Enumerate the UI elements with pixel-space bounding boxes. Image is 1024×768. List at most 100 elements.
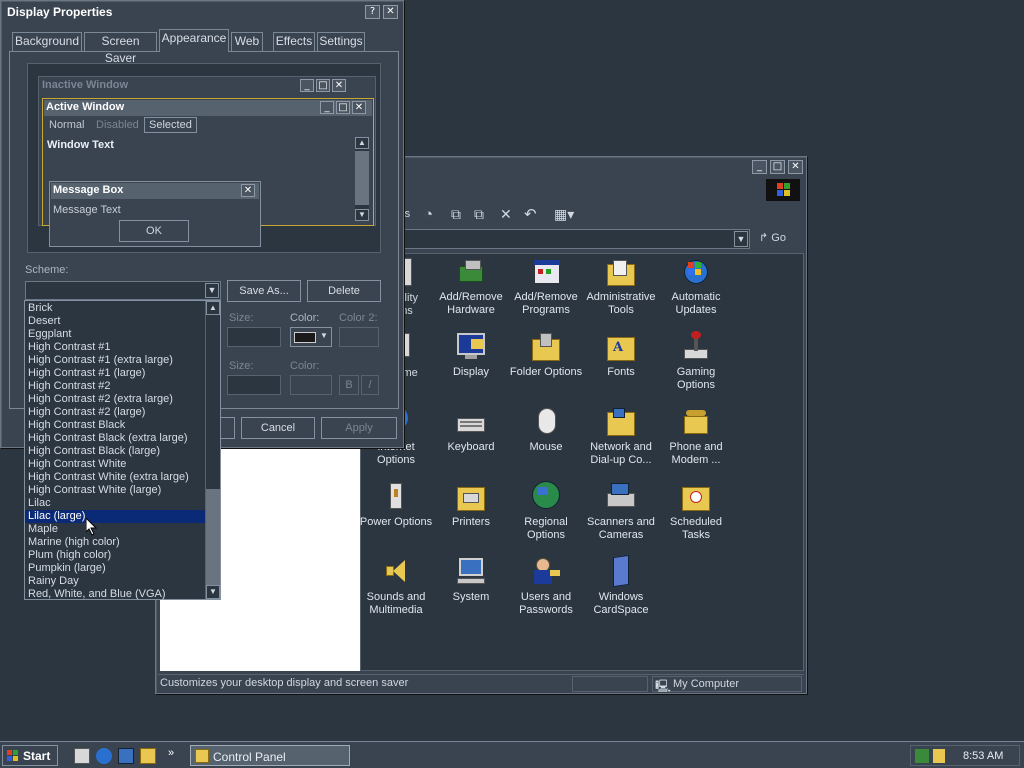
italic-button[interactable]: / xyxy=(361,375,379,395)
cp-item-add-remove-hardware[interactable]: Add/Remove Hardware xyxy=(433,256,509,317)
history-icon[interactable]: ◔ xyxy=(424,206,433,223)
scheme-dropdown-arrow[interactable]: ▼ xyxy=(205,283,219,298)
cp-item-system[interactable]: System xyxy=(433,556,509,604)
scheme-option[interactable]: Maple xyxy=(25,523,205,536)
font-size-select[interactable] xyxy=(227,375,281,395)
cp-item-network-dialup[interactable]: Network and Dial-up Co... xyxy=(583,406,659,467)
cp-item-power-options[interactable]: Power Options xyxy=(358,481,434,529)
quicklaunch-more[interactable]: » xyxy=(168,747,174,759)
cp-item-phone-modem[interactable]: Phone and Modem ... xyxy=(658,406,734,467)
tab-background[interactable]: Background xyxy=(12,32,82,51)
scheme-option[interactable]: High Contrast White xyxy=(25,458,205,471)
cp-item-administrative-tools[interactable]: Administrative Tools xyxy=(583,256,659,317)
address-dropdown-arrow[interactable]: ▼ xyxy=(734,231,748,247)
cp-item-add-remove-programs[interactable]: Add/Remove Programs xyxy=(508,256,584,317)
scheme-scrollbar[interactable]: ▲ ▼ xyxy=(205,301,220,599)
close-button[interactable]: ✕ xyxy=(383,5,398,19)
item-color-button[interactable]: ▼ xyxy=(290,327,332,347)
start-button[interactable]: Start xyxy=(2,745,58,766)
scheme-option[interactable]: Lilac (large) xyxy=(25,510,205,523)
scheme-option[interactable]: High Contrast #1 xyxy=(25,341,205,354)
preview-area: Inactive Window _ □ ✕ Active Window _ □ … xyxy=(27,63,381,253)
quicklaunch-desktop-icon[interactable] xyxy=(74,748,90,764)
scheme-option[interactable]: Red, White, and Blue (VGA) xyxy=(25,588,205,601)
scheme-option[interactable]: High Contrast #2 (extra large) xyxy=(25,393,205,406)
quicklaunch-ie-icon[interactable] xyxy=(96,748,112,764)
help-button[interactable]: ? xyxy=(365,5,380,19)
minimize-button[interactable]: _ xyxy=(752,160,767,174)
quicklaunch-explorer-icon[interactable] xyxy=(140,748,156,764)
cp-item-windows-cardspace[interactable]: Windows CardSpace xyxy=(583,554,659,617)
scheme-option[interactable]: Marine (high color) xyxy=(25,536,205,549)
scheme-option[interactable]: High Contrast Black xyxy=(25,419,205,432)
apply-button[interactable]: Apply xyxy=(321,417,397,439)
volume-tray-icon[interactable] xyxy=(933,749,945,763)
scroll-down-arrow[interactable]: ▼ xyxy=(206,585,220,599)
item-color2-button[interactable] xyxy=(339,327,379,347)
scheme-option[interactable]: High Contrast Black (large) xyxy=(25,445,205,458)
bold-button[interactable]: B xyxy=(339,375,359,395)
cp-item-regional-options[interactable]: Regional Options xyxy=(508,481,584,542)
tab-effects[interactable]: Effects xyxy=(273,32,315,51)
cp-item-display[interactable]: Display xyxy=(433,331,509,379)
speaker-icon xyxy=(380,556,412,588)
joystick-icon xyxy=(680,331,712,363)
windows-logo-icon xyxy=(766,179,800,201)
tab-appearance[interactable]: Appearance xyxy=(159,29,229,52)
save-as-button[interactable]: Save As... xyxy=(227,280,301,302)
cp-item-scanners-cameras[interactable]: Scanners and Cameras xyxy=(583,481,659,542)
scheme-option[interactable]: Rainy Day xyxy=(25,575,205,588)
cp-item-keyboard[interactable]: Keyboard xyxy=(433,406,509,454)
move-to-icon[interactable]: ⧉ xyxy=(451,206,461,223)
task-control-panel[interactable]: Control Panel xyxy=(190,745,350,766)
maximize-button[interactable]: □ xyxy=(770,160,785,174)
scheme-option[interactable]: Eggplant xyxy=(25,328,205,341)
scheme-select[interactable]: ▼ xyxy=(25,281,221,300)
scheme-dropdown-list: Brick Desert Eggplant High Contrast #1 High … xyxy=(24,300,221,600)
delete-icon[interactable]: ✕ xyxy=(500,206,512,223)
cp-item-users-passwords[interactable]: Users and Passwords xyxy=(508,556,584,617)
power-plug-icon xyxy=(380,481,412,513)
network-tray-icon[interactable] xyxy=(915,749,929,763)
scanner-icon xyxy=(605,481,637,513)
undo-icon[interactable]: ↶ xyxy=(524,205,537,223)
scroll-thumb[interactable] xyxy=(206,489,220,585)
font-color-button[interactable] xyxy=(290,375,332,395)
copy-to-icon[interactable]: ⧉ xyxy=(474,206,484,223)
msgbox-text: Message Text xyxy=(53,204,121,216)
tab-settings[interactable]: Settings xyxy=(317,32,365,51)
scheme-option[interactable]: High Contrast #2 xyxy=(25,380,205,393)
scheme-option[interactable]: High Contrast White (extra large) xyxy=(25,471,205,484)
cp-item-sounds-multimedia[interactable]: Sounds and Multimedia xyxy=(358,556,434,617)
scheme-option[interactable]: Plum (high color) xyxy=(25,549,205,562)
views-icon[interactable]: ▦▾ xyxy=(554,206,574,223)
cp-item-folder-options[interactable]: Folder Options xyxy=(508,331,584,379)
cp-item-gaming-options[interactable]: Gaming Options xyxy=(658,331,734,392)
item-size-spinner[interactable] xyxy=(227,327,281,347)
tab-screen-saver[interactable]: Screen Saver xyxy=(84,32,157,65)
scroll-up-arrow[interactable]: ▲ xyxy=(206,301,220,315)
scheme-option[interactable]: High Contrast Black (extra large) xyxy=(25,432,205,445)
go-button[interactable]: ↱ Go xyxy=(759,231,799,249)
scheme-option[interactable]: High Contrast White (large) xyxy=(25,484,205,497)
scheduled-tasks-icon xyxy=(680,481,712,513)
address-bar[interactable]: ▼ xyxy=(396,229,750,249)
scheme-option[interactable]: Desert xyxy=(25,315,205,328)
delete-button[interactable]: Delete xyxy=(307,280,381,302)
scheme-option[interactable]: Brick xyxy=(25,302,205,315)
tab-web[interactable]: Web xyxy=(231,32,263,51)
scheme-option[interactable]: High Contrast #2 (large) xyxy=(25,406,205,419)
cp-item-mouse[interactable]: Mouse xyxy=(508,406,584,454)
cp-item-fonts[interactable]: A Fonts xyxy=(583,331,659,379)
cp-item-scheduled-tasks[interactable]: Scheduled Tasks xyxy=(658,481,734,542)
close-button[interactable]: ✕ xyxy=(788,160,803,174)
quicklaunch-outlook-icon[interactable] xyxy=(118,748,134,764)
cancel-button[interactable]: Cancel xyxy=(241,417,315,439)
scheme-option[interactable]: Lilac xyxy=(25,497,205,510)
scheme-option[interactable]: Pumpkin (large) xyxy=(25,562,205,575)
scheme-option[interactable]: High Contrast #1 (extra large) xyxy=(25,354,205,367)
cp-item-automatic-updates[interactable]: Automatic Updates xyxy=(658,256,734,317)
globe-update-icon xyxy=(680,256,712,288)
cp-item-printers[interactable]: Printers xyxy=(433,481,509,529)
scheme-option[interactable]: High Contrast #1 (large) xyxy=(25,367,205,380)
